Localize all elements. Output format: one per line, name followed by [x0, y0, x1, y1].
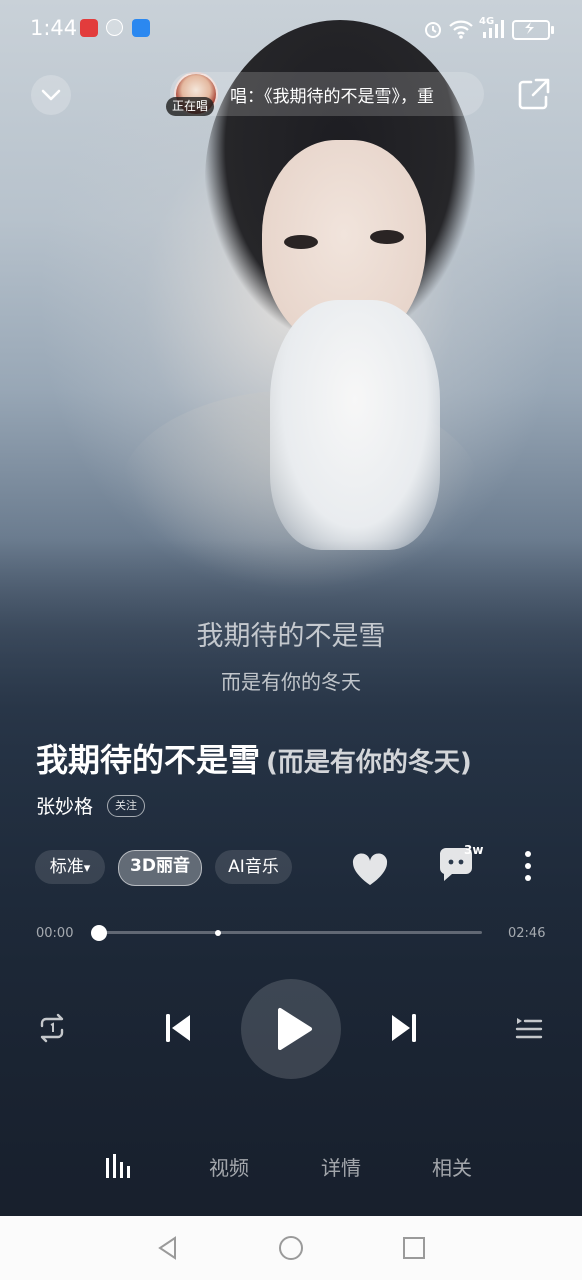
- tab-video[interactable]: 视频: [209, 1152, 249, 1181]
- share-icon[interactable]: [516, 76, 552, 112]
- recents-icon[interactable]: [401, 1235, 427, 1261]
- lyric-current-line[interactable]: 我期待的不是雪: [0, 614, 582, 653]
- song-title-main: 我期待的不是雪: [36, 741, 261, 779]
- status-time: 1:44: [30, 16, 78, 40]
- artist-name[interactable]: 张妙格: [36, 792, 93, 819]
- lyric-next-line[interactable]: 而是有你的冬天: [0, 666, 582, 695]
- app-notification-icon: [80, 19, 98, 37]
- now-singing-tag: 正在唱: [166, 97, 215, 116]
- home-icon[interactable]: [278, 1235, 304, 1261]
- 3d-sound-button[interactable]: 3D丽音: [118, 850, 202, 886]
- play-icon: [278, 1008, 312, 1050]
- ai-music-button[interactable]: AI音乐: [215, 850, 292, 884]
- now-singing-text: 唱：《我期待的不是雪》，重: [230, 87, 434, 107]
- back-icon[interactable]: [155, 1235, 181, 1261]
- more-icon[interactable]: [520, 848, 536, 884]
- settings-notification-icon: [106, 19, 123, 36]
- song-subtitle: (而是有你的冬天): [266, 748, 472, 778]
- collapse-button[interactable]: [31, 75, 71, 115]
- battery-icon: [512, 20, 554, 40]
- heart-icon[interactable]: [350, 852, 390, 888]
- progress-bar[interactable]: [100, 931, 482, 934]
- previous-icon[interactable]: [162, 1010, 194, 1046]
- quality-label: 标准: [49, 857, 84, 877]
- chevron-down-icon: [41, 89, 61, 101]
- wifi-icon: [449, 20, 473, 39]
- photo-eye: [370, 230, 404, 244]
- alarm-icon: [425, 22, 441, 38]
- background-photo-mitten: [270, 300, 440, 550]
- comment-count: 3w: [464, 843, 484, 857]
- progress-marker: [215, 930, 221, 936]
- tab-related[interactable]: 相关: [432, 1152, 472, 1181]
- progress-knob[interactable]: [91, 925, 107, 941]
- repeat-icon[interactable]: [36, 1012, 68, 1044]
- cloud-notification-icon: [132, 19, 150, 37]
- quality-selector[interactable]: 标准▾: [35, 850, 105, 884]
- follow-button[interactable]: 关注: [107, 795, 145, 817]
- song-title: 我期待的不是雪 (而是有你的冬天): [36, 735, 472, 781]
- photo-eye: [284, 235, 318, 249]
- tab-lyrics-equalizer-icon[interactable]: [104, 1154, 134, 1178]
- next-icon[interactable]: [388, 1010, 420, 1046]
- status-bar: 1:44 4G: [0, 0, 582, 58]
- current-time: 00:00: [36, 926, 74, 941]
- play-button[interactable]: [241, 979, 341, 1079]
- playlist-icon[interactable]: [514, 1013, 544, 1043]
- total-time: 02:46: [508, 926, 546, 941]
- signal-icon: [483, 20, 504, 38]
- tab-details[interactable]: 详情: [321, 1152, 361, 1181]
- dropdown-arrow-icon: ▾: [83, 861, 91, 876]
